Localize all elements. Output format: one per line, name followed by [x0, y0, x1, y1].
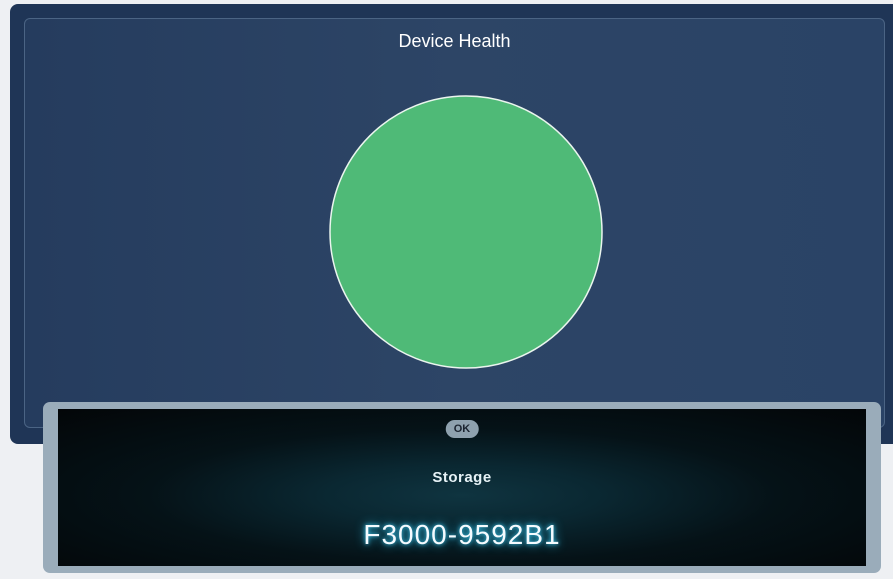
status-badge: OK — [445, 420, 479, 438]
device-type-label: Storage — [432, 469, 492, 486]
device-info-card[interactable]: OK Storage F3000-9592B1 — [43, 402, 881, 573]
device-info-card-body: OK Storage F3000-9592B1 — [58, 409, 866, 566]
health-status-circle[interactable] — [329, 95, 603, 369]
device-health-chart-area: Device Health — [24, 18, 885, 428]
health-indicator-chart — [329, 95, 603, 369]
device-health-panel: Device Health — [10, 4, 893, 444]
device-id: F3000-9592B1 — [363, 519, 561, 550]
